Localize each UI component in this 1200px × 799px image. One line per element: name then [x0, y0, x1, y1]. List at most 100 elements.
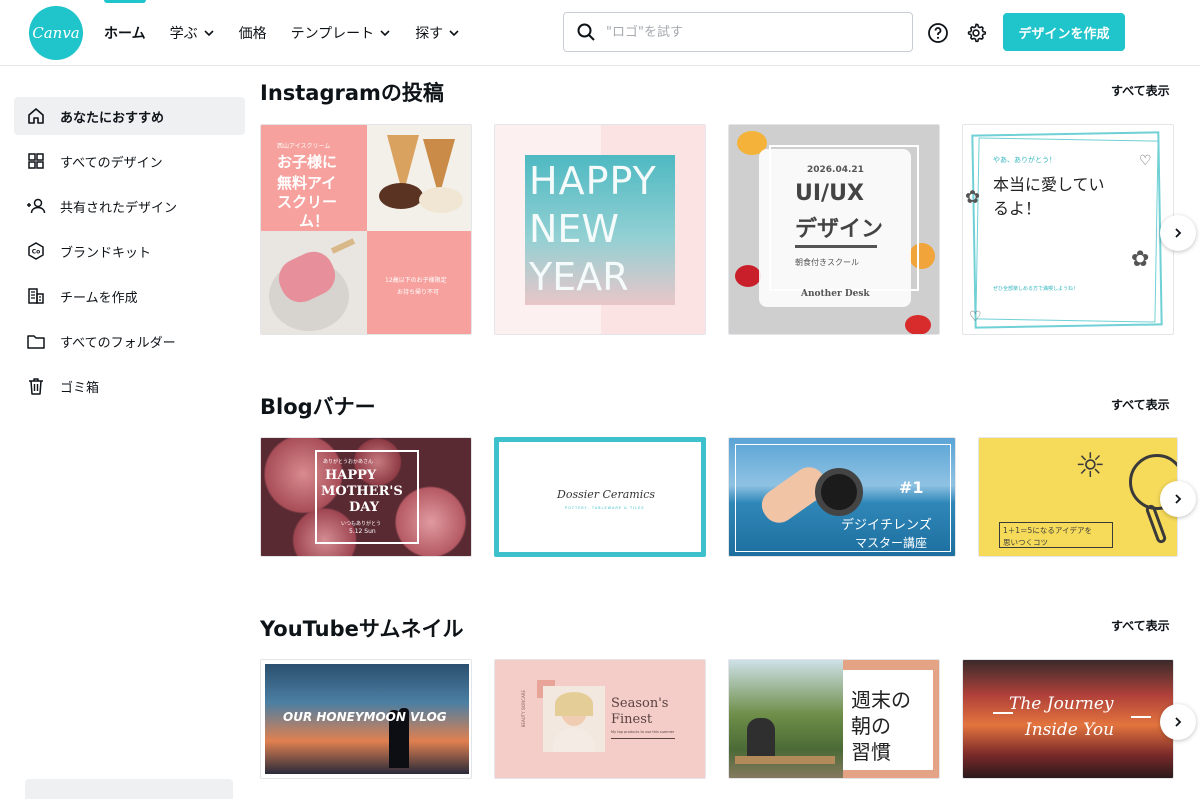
- card-text: 西山アイスクリーム: [277, 143, 331, 150]
- heart-icon: ♡: [1139, 153, 1152, 169]
- nav-home[interactable]: ホーム: [104, 0, 146, 66]
- nav-templates[interactable]: テンプレート: [291, 0, 392, 66]
- card-text: 朝の: [851, 714, 891, 738]
- card-text: Inside You: [1025, 720, 1115, 740]
- section-title-youtube: YouTubeサムネイル: [260, 617, 464, 641]
- flower-icon: ✿: [965, 187, 981, 208]
- nav-pricing[interactable]: 価格: [239, 0, 267, 66]
- card-text: るよ！: [993, 199, 1042, 218]
- card-text: 12歳以下のお子様限定: [385, 277, 447, 284]
- nav-label: ホーム: [104, 26, 146, 42]
- popsicle-photo: [261, 231, 367, 334]
- canva-logo[interactable]: Canva: [29, 6, 83, 60]
- card-text: POTTERY, TABLEWARE & TILES: [565, 506, 645, 510]
- search-input[interactable]: [606, 24, 886, 40]
- see-all-youtube-link[interactable]: すべて表示: [1111, 617, 1170, 634]
- template-card[interactable]: ありがとうおかあさん HAPPY MOTHER'S DAY いつもありがとう 5…: [260, 437, 472, 557]
- sidebar-item-trash[interactable]: ゴミ箱: [14, 367, 245, 405]
- card-text: デジイチレンズ: [841, 518, 932, 533]
- card-text: 思いつくコツ: [1003, 538, 1048, 547]
- grid-icon: [28, 153, 44, 169]
- card-text: お子様に: [277, 153, 338, 171]
- card-text: NEW: [529, 207, 620, 251]
- card-text: HAPPY: [529, 159, 657, 203]
- card-text: Another Desk: [801, 289, 870, 299]
- trash-icon: [29, 378, 43, 395]
- card-text: Season's: [611, 696, 669, 711]
- chevron-right-icon: [1175, 228, 1182, 238]
- sidebar-item-all-designs[interactable]: すべてのデザイン: [14, 142, 245, 180]
- sidebar-item-label: 共有されたデザイン: [60, 200, 178, 216]
- sidebar-item-for-you[interactable]: あなたにおすすめ: [14, 97, 245, 135]
- create-design-button[interactable]: デザインを作成: [1003, 13, 1125, 51]
- sidebar-item-all-folders[interactable]: すべてのフォルダー: [14, 322, 245, 360]
- nav-label: テンプレート: [290, 26, 375, 42]
- template-card[interactable]: OUR HONEYMOON VLOG: [260, 659, 472, 779]
- carousel-next-instagram[interactable]: [1160, 215, 1196, 251]
- top-bar: Canva ホーム 学ぶ 価格 テンプレート 探す デザインを作成: [0, 0, 1200, 66]
- sidebar-item-brand-kit[interactable]: Co ブランドキット: [14, 232, 245, 270]
- nav-label: 学ぶ: [169, 26, 198, 42]
- template-card[interactable]: やあ、ありがとう！ 本当に愛してい るよ！ ぜひ全部楽しめる方で満喫しようね！ …: [962, 124, 1174, 335]
- chevron-down-icon: [204, 30, 214, 37]
- home-icon: [28, 108, 44, 124]
- card-text: ム！: [299, 212, 330, 230]
- card-text: マスター講座: [855, 536, 928, 550]
- settings-button[interactable]: [964, 21, 988, 45]
- template-card[interactable]: 週末の 朝の 習慣: [728, 659, 940, 779]
- nav-label: 価格: [238, 26, 267, 42]
- search-box[interactable]: [563, 12, 913, 52]
- template-card[interactable]: BEAUTY SKINCARE Season's Finest My top p…: [494, 659, 706, 779]
- sidebar-item-label: あなたにおすすめ: [60, 110, 165, 126]
- section-title-instagram: Instagramの投稿: [260, 81, 444, 105]
- template-card[interactable]: 2026.04.21 UI/UX デザイン 朝食付きスクール Another D…: [728, 124, 940, 335]
- card-text: 習慣: [851, 740, 891, 764]
- template-card[interactable]: Dossier Ceramics POTTERY, TABLEWARE & TI…: [494, 437, 706, 557]
- main-content: Instagramの投稿 すべて表示 西山アイスクリーム お子様に 無料アイ ス…: [258, 67, 1200, 791]
- chevron-right-icon: [1175, 717, 1182, 727]
- folder-icon: [27, 335, 45, 349]
- card-text: MOTHER'S: [321, 484, 403, 499]
- card-text: DAY: [349, 500, 379, 515]
- carousel-next-blog[interactable]: [1160, 481, 1196, 517]
- sidebar: あなたにおすすめ すべてのデザイン 共有されたデザイン Co ブランドキット チ…: [0, 67, 258, 799]
- sidebar-item-create-team[interactable]: チームを作成: [14, 277, 245, 315]
- card-text: The Journey: [1009, 694, 1114, 714]
- brand-kit-icon: Co: [28, 242, 44, 260]
- see-all-blog-link[interactable]: すべて表示: [1111, 396, 1170, 413]
- carousel-next-youtube[interactable]: [1160, 704, 1196, 740]
- heart-icon: ♡: [969, 309, 982, 325]
- template-card[interactable]: HAPPY NEW YEAR: [494, 124, 706, 335]
- search-icon: [577, 23, 595, 41]
- sidebar-item-shared[interactable]: 共有されたデザイン: [14, 187, 245, 225]
- logo-text: Canva: [32, 24, 80, 42]
- card-text: やあ、ありがとう！: [993, 156, 1056, 164]
- see-all-instagram-link[interactable]: すべて表示: [1111, 82, 1170, 99]
- help-button[interactable]: [926, 21, 950, 45]
- card-text: ぜひ全部楽しめる方で満喫しようね！: [993, 286, 1079, 292]
- template-card[interactable]: 西山アイスクリーム お子様に 無料アイ スクリー ム！ 12歳以下のお子様限定 …: [260, 124, 472, 335]
- portrait-photo: [543, 686, 605, 752]
- sidebar-item-label: すべてのデザイン: [60, 155, 163, 171]
- team-building-icon: [28, 288, 44, 304]
- svg-text:Co: Co: [32, 249, 41, 256]
- nav-explore[interactable]: 探す: [415, 0, 460, 66]
- card-text: HAPPY: [325, 468, 377, 483]
- card-text: ありがとうおかあさん: [323, 459, 374, 465]
- template-card[interactable]: #1 デジイチレンズ マスター講座: [728, 437, 956, 557]
- sidebar-item-label: ブランドキット: [60, 245, 152, 261]
- card-text: 2026.04.21: [807, 165, 864, 175]
- chevron-down-icon: [449, 30, 459, 37]
- template-card[interactable]: ☼ 1＋1＝5になるアイデアを 思いつくコツ: [978, 437, 1178, 557]
- gear-icon: [967, 23, 987, 43]
- card-text: BEAUTY SKINCARE: [521, 690, 526, 728]
- template-card[interactable]: The Journey Inside You: [962, 659, 1174, 779]
- ice-cream-photo: [367, 125, 471, 231]
- nav-learn[interactable]: 学ぶ: [170, 0, 215, 66]
- card-text: 週末の: [851, 688, 911, 712]
- card-text: Dossier Ceramics: [557, 488, 656, 501]
- card-text: My top products to use this summer: [611, 730, 675, 734]
- card-text: 5.12 Sun: [349, 528, 376, 535]
- flower-icon: ✿: [1131, 247, 1150, 272]
- card-text: スクリー: [277, 193, 338, 211]
